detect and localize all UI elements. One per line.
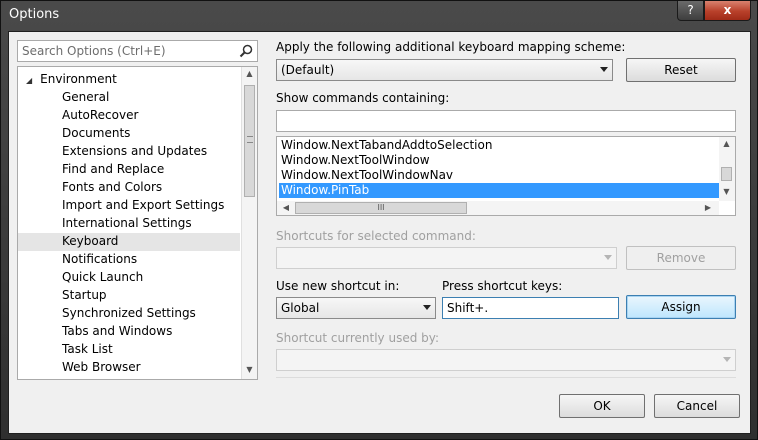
chevron-down-icon — [604, 255, 612, 260]
help-icon: ? — [687, 3, 694, 17]
commands-vscroll-thumb[interactable] — [721, 167, 732, 181]
shortcuts-selected-label: Shortcuts for selected command: — [276, 229, 476, 243]
tree-item-label: Documents — [62, 126, 131, 140]
grip-icon: III — [377, 203, 385, 212]
use-shortcut-value: Global — [281, 301, 320, 315]
tree-item-general[interactable]: General — [18, 89, 240, 107]
tree-item-label: Tabs and Windows — [62, 324, 173, 338]
shortcuts-selected-select[interactable] — [276, 247, 617, 269]
tree-item-environment[interactable]: ◢ Environment — [26, 71, 117, 89]
use-shortcut-select[interactable]: Global — [276, 297, 436, 319]
tree-scroll-thumb[interactable] — [244, 85, 255, 197]
tree-item-notifications[interactable]: Notifications — [18, 251, 240, 269]
tree-item-label: Startup — [62, 288, 107, 302]
tree-item-documents[interactable]: Documents — [18, 125, 240, 143]
press-keys-label: Press shortcut keys: — [442, 279, 563, 293]
mapping-scheme-select[interactable]: (Default) — [276, 59, 613, 81]
search-options-input[interactable]: Search Options (Ctrl+E) — [17, 40, 258, 62]
tree-item-label: Notifications — [62, 252, 138, 266]
command-item[interactable]: Window.PinTab — [279, 183, 720, 198]
command-item[interactable]: Window.NextTabandAddtoSelection — [279, 138, 720, 153]
help-button[interactable]: ? — [677, 1, 704, 21]
use-shortcut-label: Use new shortcut in: — [276, 279, 400, 293]
tree-scrollbar[interactable]: ▲ ▼ — [241, 67, 257, 379]
tree-item-label: Quick Launch — [62, 270, 144, 284]
tree-item-extensions-and-updates[interactable]: Extensions and Updates — [18, 143, 240, 161]
title-bar[interactable]: Options ? x — [1, 1, 757, 31]
tree-item-label: Keyboard — [62, 234, 119, 248]
tree-item-tabs-and-windows[interactable]: Tabs and Windows — [18, 323, 240, 341]
scroll-up-arrow-icon[interactable]: ▲ — [719, 139, 734, 148]
options-tree[interactable]: ◢ Environment General AutoRecover Documents… — [17, 66, 258, 380]
tree-item-label: Extensions and Updates — [62, 144, 208, 158]
mapping-scheme-value: (Default) — [281, 63, 335, 77]
tree-item-label: Synchronized Settings — [62, 306, 196, 320]
cancel-button[interactable]: Cancel — [654, 394, 740, 418]
search-placeholder: Search Options (Ctrl+E) — [22, 44, 166, 58]
dialog-client-area: Search Options (Ctrl+E) ◢ Environment Gen… — [8, 31, 751, 434]
commands-vscrollbar[interactable]: ▲ ▼ — [719, 137, 735, 201]
show-commands-label: Show commands containing: — [276, 91, 450, 105]
assign-button[interactable]: Assign — [626, 295, 736, 319]
commands-list[interactable]: Window.NextTabandAddtoSelection Window.Ne… — [276, 136, 736, 216]
tree-item-startup[interactable]: Startup — [18, 287, 240, 305]
tree-item-task-list[interactable]: Task List — [18, 341, 240, 359]
collapse-arrow-icon[interactable]: ◢ — [26, 76, 32, 85]
tree-item-web-browser[interactable]: Web Browser — [18, 359, 240, 377]
tree-item-label: Task List — [62, 342, 113, 356]
command-item[interactable]: Window.NextToolWindowNav — [279, 168, 720, 183]
press-keys-input[interactable]: Shift+. — [442, 297, 619, 319]
chevron-down-icon — [423, 305, 431, 310]
remove-button[interactable]: Remove — [626, 246, 736, 270]
commands-hscroll-thumb[interactable]: III — [295, 202, 467, 214]
close-icon: x — [723, 3, 732, 17]
mapping-scheme-label: Apply the following additional keyboard … — [276, 40, 626, 54]
tree-item-keyboard[interactable]: Keyboard — [18, 233, 240, 251]
show-commands-input[interactable] — [276, 110, 736, 132]
ok-button[interactable]: OK — [559, 394, 645, 418]
tree-item-label: Find and Replace — [62, 162, 165, 176]
currently-used-select[interactable] — [276, 349, 736, 371]
tree-item-find-and-replace[interactable]: Find and Replace — [18, 161, 240, 179]
tree-item-label: Web Browser — [62, 360, 141, 374]
tree-item-fonts-and-colors[interactable]: Fonts and Colors — [18, 179, 240, 197]
tree-item-label: AutoRecover — [62, 108, 139, 122]
chevron-down-icon — [723, 357, 731, 362]
tree-item-quick-launch[interactable]: Quick Launch — [18, 269, 240, 287]
close-button[interactable]: x — [704, 1, 751, 21]
tree-item-autorecover[interactable]: AutoRecover — [18, 107, 240, 125]
separator — [276, 377, 736, 378]
tree-item-import-and-export-settings[interactable]: Import and Export Settings — [18, 197, 240, 215]
window-title: Options — [9, 7, 60, 22]
scroll-left-arrow-icon[interactable]: ◀ — [281, 203, 291, 212]
tree-item-label: Fonts and Colors — [62, 180, 163, 194]
scroll-up-arrow-icon[interactable]: ▲ — [242, 69, 257, 78]
tree-item-label: Environment — [40, 72, 117, 86]
grip-icon — [247, 136, 253, 143]
scroll-right-arrow-icon[interactable]: ▶ — [703, 203, 713, 212]
tree-item-label: Import and Export Settings — [62, 198, 225, 212]
tree-item-international-settings[interactable]: International Settings — [18, 215, 240, 233]
command-item[interactable]: Window.NextToolWindow — [279, 153, 720, 168]
scroll-down-arrow-icon[interactable]: ▼ — [242, 365, 257, 374]
tree-item-synchronized-settings[interactable]: Synchronized Settings — [18, 305, 240, 323]
chevron-down-icon — [600, 67, 608, 72]
scroll-down-arrow-icon[interactable]: ▼ — [719, 187, 734, 196]
currently-used-label: Shortcut currently used by: — [276, 331, 440, 345]
tree-item-label: International Settings — [62, 216, 192, 230]
search-icon[interactable] — [239, 44, 253, 58]
reset-button[interactable]: Reset — [626, 58, 736, 82]
commands-hscrollbar[interactable]: ◀ III ▶ — [277, 201, 719, 215]
options-dialog: Options ? x Search Options (Ctrl+E) ◢ Env… — [0, 0, 758, 440]
tree-item-label: General — [62, 90, 110, 104]
